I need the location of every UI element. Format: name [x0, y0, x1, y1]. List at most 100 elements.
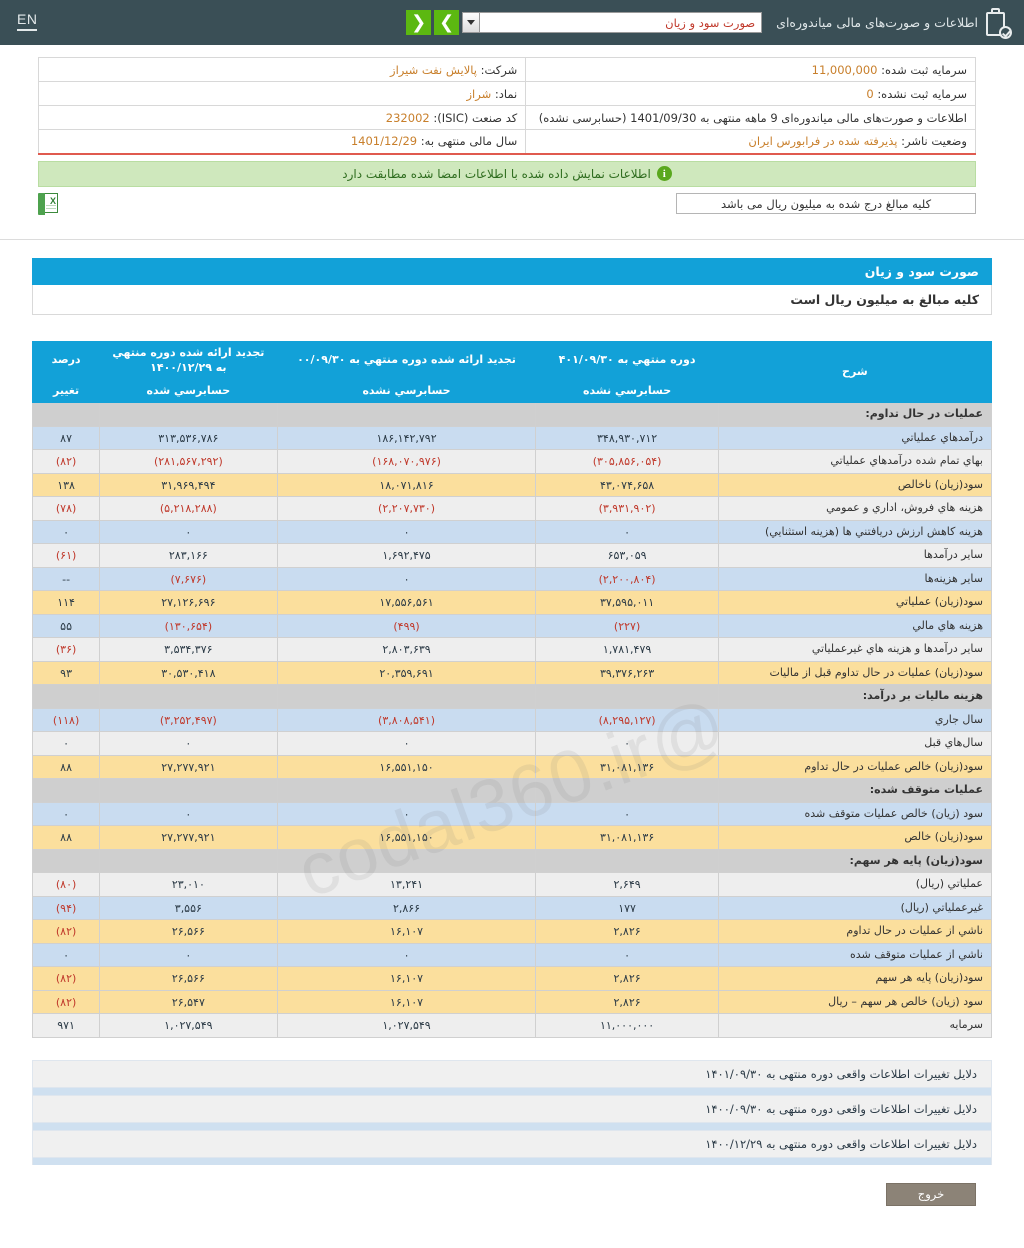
fiscal-year-value: 1401/12/29 [351, 134, 417, 148]
cell-c1: ۲,۸۲۶ [536, 967, 718, 991]
change-reason-link[interactable]: دلایل تغییرات اطلاعات واقعی دوره منتهی ب… [32, 1130, 992, 1158]
cell-c2: (۳,۸۰۸,۵۴۱) [277, 708, 536, 732]
cell-c4: ۸۷ [33, 426, 100, 450]
cell-c3: (۵,۲۱۸,۲۸۸) [100, 497, 277, 521]
cell-c4: ۸۸ [33, 755, 100, 779]
report-select-value: صورت سود و زیان [665, 16, 755, 30]
cell-c2: ۱۸۶,۱۴۲,۷۹۲ [277, 426, 536, 450]
row-label: سایر درآمدها [718, 544, 991, 568]
table-section-row: عملیات در حال تداوم: [33, 403, 992, 427]
exit-button[interactable]: خروج [886, 1183, 976, 1206]
cell-c3: ۱,۰۲۷,۵۴۹ [100, 1014, 277, 1038]
cell-c2: (۱۶۸,۰۷۰,۹۷۶) [277, 450, 536, 474]
row-label: سود(زیان) خالص [718, 826, 991, 850]
footer-actions: خروج [0, 1165, 1024, 1206]
row-label: هزینه کاهش ارزش دریافتني ها (هزینه استثن… [718, 520, 991, 544]
link-separator [32, 1088, 992, 1095]
cell-c3: (۲۸۱,۵۶۷,۲۹۲) [100, 450, 277, 474]
table-row: سال‌هاي قبل۰۰۰۰ [33, 732, 992, 756]
cell-c1: ۱۱,۰۰۰,۰۰۰ [536, 1014, 718, 1038]
table-row: سایر درآمدها و هزینه هاي غیرعملیاتي۱,۷۸۱… [33, 638, 992, 662]
table-row: عملیاتي (ریال)۲,۶۴۹۱۳,۲۴۱۲۳,۰۱۰(۸۰) [33, 873, 992, 897]
publisher-status-label: وضعیت ناشر: [901, 134, 967, 148]
cell-c1 [536, 403, 718, 427]
fiscal-year-label: سال مالی منتهی به: [421, 134, 517, 148]
cell-c2: ۲,۸۰۳,۶۳۹ [277, 638, 536, 662]
notice-text: اطلاعات نمایش داده شده با اطلاعات امضا ش… [342, 167, 651, 181]
company-value: پالایش نفت شیراز [390, 63, 477, 77]
signature-match-notice: i اطلاعات نمایش داده شده با اطلاعات امضا… [38, 161, 976, 187]
chevron-down-icon[interactable] [462, 12, 479, 33]
period-text: اطلاعات و صورت‌های مالی میاندوره‌ای 9 ما… [539, 111, 967, 125]
col-header-change-top: درصد [33, 341, 100, 380]
cell-c1: (۳۰۵,۸۵۶,۰۵۴) [536, 450, 718, 474]
cell-c3 [100, 849, 277, 873]
cell-c1: ۳۴۸,۹۳۰,۷۱۲ [536, 426, 718, 450]
table-row: سایر درآمدها۶۵۳,۰۵۹۱,۶۹۲,۴۷۵۲۸۳,۱۶۶(۶۱) [33, 544, 992, 568]
cell-c1: (۲۲۷) [536, 614, 718, 638]
change-reason-link[interactable]: دلایل تغییرات اطلاعات واقعی دوره منتهی ب… [32, 1095, 992, 1123]
row-label: سال جاري [718, 708, 991, 732]
units-note-box: کلیه مبالغ درج شده به میلیون ریال می باش… [676, 193, 976, 214]
cell-c4 [33, 849, 100, 873]
cell-c4: (۸۰) [33, 873, 100, 897]
cell-c3 [100, 779, 277, 803]
row-label: ناشي از عملیات در حال تداوم [718, 920, 991, 944]
change-reason-links-section: دلایل تغییرات اطلاعات واقعی دوره منتهی ب… [0, 1038, 1024, 1165]
next-report-button[interactable]: ❯ [434, 10, 459, 35]
cell-c3: (۱۳۰,۶۵۴) [100, 614, 277, 638]
cell-c3: ۲۷,۲۷۷,۹۲۱ [100, 755, 277, 779]
row-label: غیرعملیاتي (ریال) [718, 896, 991, 920]
period-cell: اطلاعات و صورت‌های مالی میاندوره‌ای 9 ما… [526, 106, 976, 130]
change-reason-link[interactable]: دلایل تغییرات اطلاعات واقعی دوره منتهی ب… [32, 1060, 992, 1088]
capital-unregistered-value: 0 [866, 87, 873, 101]
company-label: شرکت: [481, 63, 518, 77]
symbol-value: شراز [467, 87, 492, 101]
table-row: سود(زیان) خالص عملیات در حال تداوم۳۱,۰۸۱… [33, 755, 992, 779]
cell-c4: ۰ [33, 802, 100, 826]
statement-header-section: صورت سود و زیان کلیه مبالغ به میلیون ریا… [0, 240, 1024, 315]
cell-c4: ۸۸ [33, 826, 100, 850]
cell-c2: (۴۹۹) [277, 614, 536, 638]
table-row: سود(زیان) عملیاتي۳۷,۵۹۵,۰۱۱۱۷,۵۵۶,۵۶۱۲۷,… [33, 591, 992, 615]
cell-c2: ۱۶,۱۰۷ [277, 920, 536, 944]
publisher-status-cell: وضعیت ناشر: پذیرفته شده در فرابورس ایران [526, 130, 976, 154]
cell-c4: ۹۷۱ [33, 1014, 100, 1038]
table-row: سود(زیان) عملیات در حال تداوم قبل از مال… [33, 661, 992, 685]
cell-c1: (۳,۹۳۱,۹۰۲) [536, 497, 718, 521]
cell-c4: ۹۳ [33, 661, 100, 685]
cell-c2: ۱۶,۵۵۱,۱۵۰ [277, 826, 536, 850]
symbol-cell: نماد: شراز [39, 82, 526, 106]
cell-c3: ۳۱۳,۵۳۶,۷۸۶ [100, 426, 277, 450]
cell-c1: ۰ [536, 732, 718, 756]
table-section-row: سود(زیان) پایه هر سهم: [33, 849, 992, 873]
report-select[interactable]: صورت سود و زیان [479, 12, 762, 33]
table-row: سود(زیان) خالص۳۱,۰۸۱,۱۳۶۱۶,۵۵۱,۱۵۰۲۷,۲۷۷… [33, 826, 992, 850]
isic-cell: کد صنعت (ISIC): 232002 [39, 106, 526, 130]
cell-c3: ۰ [100, 943, 277, 967]
link-separator [32, 1123, 992, 1130]
table-row: وضعیت ناشر: پذیرفته شده در فرابورس ایران… [39, 130, 976, 154]
table-row: اطلاعات و صورت‌های مالی میاندوره‌ای 9 ما… [39, 106, 976, 130]
cell-c1: ۳۷,۵۹۵,۰۱۱ [536, 591, 718, 615]
table-row: هزینه کاهش ارزش دریافتني ها (هزینه استثن… [33, 520, 992, 544]
cell-c2: ۱۶,۱۰۷ [277, 990, 536, 1014]
prev-report-button[interactable]: ❮ [406, 10, 431, 35]
capital-unregistered-label: سرمایه ثبت نشده: [877, 87, 967, 101]
company-info-table: سرمایه ثبت شده: 11,000,000 شرکت: پالایش … [38, 57, 976, 155]
row-label: درآمدهاي عملیاتي [718, 426, 991, 450]
excel-export-icon[interactable]: X [38, 193, 58, 215]
row-label: سال‌هاي قبل [718, 732, 991, 756]
language-toggle-en[interactable]: EN [17, 11, 37, 31]
cell-c3: ۲۷,۱۲۶,۶۹۶ [100, 591, 277, 615]
col-header-period2-top: تجدید ارائه شده دوره منتهي به ۰۰/۰۹/۳۰ [277, 341, 536, 380]
cell-c4: (۳۶) [33, 638, 100, 662]
table-row: سود(زیان) پایه هر سهم۲,۸۲۶۱۶,۱۰۷۲۶,۵۶۶(۸… [33, 967, 992, 991]
cell-c3: (۷,۶۷۶) [100, 567, 277, 591]
table-header-row: شرح دوره منتهي به ۴۰۱/۰۹/۳۰ تجدید ارائه … [33, 341, 992, 380]
table-row: سرمایه۱۱,۰۰۰,۰۰۰۱,۰۲۷,۵۴۹۱,۰۲۷,۵۴۹۹۷۱ [33, 1014, 992, 1038]
cell-c2 [277, 779, 536, 803]
col-header-description: شرح [718, 341, 991, 403]
table-row: هزینه هاي فروش، اداري و عمومي(۳,۹۳۱,۹۰۲)… [33, 497, 992, 521]
row-label: سود(زیان) پایه هر سهم [718, 967, 991, 991]
